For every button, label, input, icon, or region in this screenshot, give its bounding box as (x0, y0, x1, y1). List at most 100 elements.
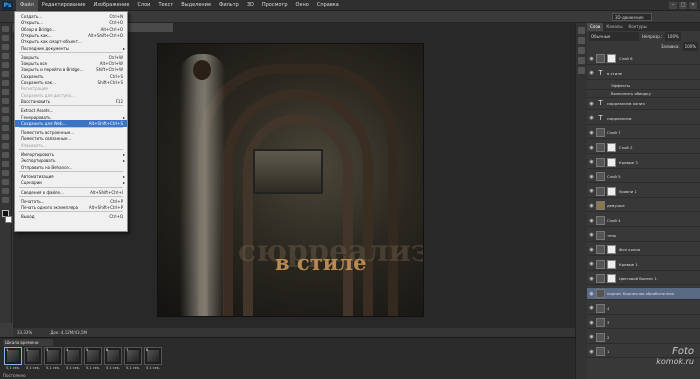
layer-row[interactable]: ◉ 3 (587, 317, 700, 330)
layer-mask-thumbnail[interactable] (607, 259, 616, 269)
timeline-frame[interactable]: 2 (24, 347, 42, 365)
brush-presets-icon[interactable] (578, 67, 585, 74)
history-brush-tool-icon[interactable] (2, 107, 9, 113)
eye-icon[interactable]: ◉ (587, 261, 596, 267)
eye-icon[interactable]: ◉ (587, 218, 596, 224)
timeline-frame[interactable]: 7 (124, 347, 142, 365)
lasso-tool-icon[interactable] (2, 44, 9, 50)
menu-2[interactable]: Изображение (89, 0, 133, 11)
type-tool-icon[interactable] (2, 161, 9, 167)
timeline-frame[interactable]: 8 (144, 347, 162, 365)
layer-row[interactable]: ◉ Tсюрреализм (587, 113, 700, 125)
eye-icon[interactable]: ◉ (587, 70, 596, 76)
path-select-tool-icon[interactable] (2, 170, 9, 176)
menu-8[interactable]: Просмотр (258, 0, 292, 11)
panel-tab[interactable]: Каналы (603, 23, 625, 31)
eye-icon[interactable]: ◉ (587, 349, 596, 355)
hand-tool-icon[interactable] (2, 188, 9, 194)
menu-6[interactable]: Фильтр (215, 0, 243, 11)
layer-row[interactable]: ◉ Кривые 3 (587, 157, 700, 169)
eye-icon[interactable]: ◉ (587, 130, 596, 136)
file-menu-item[interactable]: Отправить на Behance... (15, 164, 127, 171)
eye-icon[interactable]: ◉ (587, 203, 596, 209)
minimize-icon[interactable]: – (669, 1, 677, 9)
file-menu-item[interactable]: Сведения о файле... Alt+Shift+Ctrl+I (15, 189, 127, 196)
layer-row[interactable]: ◉ Кривые 1 (587, 259, 700, 271)
eye-icon[interactable]: ◉ (587, 159, 596, 165)
eye-icon[interactable]: ◉ (587, 56, 596, 62)
menu-3[interactable]: Слои (133, 0, 154, 11)
eye-icon[interactable]: ◉ (587, 145, 596, 151)
menu-1[interactable]: Редактирование (38, 0, 90, 11)
layer-row[interactable]: ◉ 2 (587, 332, 700, 344)
menu-5[interactable]: Выделение (177, 0, 215, 11)
close-icon[interactable]: ✕ (689, 1, 697, 9)
layer-mask-thumbnail[interactable] (607, 54, 616, 63)
layer-row[interactable]: ◉ Tв стиле (587, 68, 700, 80)
timeline-frame[interactable]: 4 (64, 347, 82, 365)
timeline-frame[interactable]: 3 (44, 347, 62, 365)
file-menu-item[interactable]: Сохранить для Web... Alt+Shift+Ctrl+S (15, 119, 127, 127)
marquee-tool-icon[interactable] (2, 35, 9, 41)
character-icon[interactable] (578, 47, 585, 54)
history-icon[interactable] (578, 27, 585, 34)
timeline-frame[interactable]: 5 (84, 347, 102, 365)
layer-row[interactable]: Эффекты (587, 82, 700, 91)
layer-row[interactable]: ◉ Цветовой баланс 1 (587, 273, 700, 286)
eye-icon[interactable]: ◉ (587, 334, 596, 340)
move-tool-icon[interactable] (2, 26, 9, 32)
layer-row[interactable]: ◉ Фон копия (587, 244, 700, 257)
panel-tab[interactable]: Слои (587, 23, 604, 31)
layer-row[interactable]: ◉ Слой 6 (587, 53, 700, 65)
menu-10[interactable]: Справка (313, 0, 343, 11)
eye-icon[interactable]: ◉ (587, 320, 596, 326)
frame-duration[interactable]: 0,1 сек. (24, 366, 42, 370)
opacity-value[interactable]: 100% (665, 32, 681, 41)
gradient-tool-icon[interactable] (2, 125, 9, 131)
menu-0[interactable]: Файл (16, 0, 38, 11)
eye-icon[interactable]: ◉ (587, 115, 596, 121)
paragraph-icon[interactable] (578, 57, 585, 64)
timeline-frame[interactable]: 1 (4, 347, 22, 365)
frame-duration[interactable]: 0,1 сек. (104, 366, 122, 370)
layer-row[interactable]: ◉ девушка (587, 200, 700, 213)
layer-row[interactable]: ◉ Слой 5 (587, 171, 700, 184)
file-menu-item[interactable]: Восстановить F12 (15, 98, 127, 105)
eye-icon[interactable]: ◉ (587, 174, 596, 180)
frame-duration[interactable]: 0,1 сек. (84, 366, 102, 370)
brush-tool-icon[interactable] (2, 89, 9, 95)
menu-9[interactable]: Окно (292, 0, 313, 11)
dodge-tool-icon[interactable] (2, 143, 9, 149)
frame-duration[interactable]: 0,1 сек. (64, 366, 82, 370)
layer-row[interactable]: Выполнить обводку (587, 90, 700, 99)
eye-icon[interactable]: ◉ (587, 232, 596, 238)
frame-duration[interactable]: 0,1 сек. (44, 366, 62, 370)
eyedropper-tool-icon[interactable] (2, 71, 9, 77)
layer-mask-thumbnail[interactable] (607, 157, 616, 167)
layer-row[interactable]: ◉ Уровни 1 (587, 186, 700, 198)
healing-brush-tool-icon[interactable] (2, 80, 9, 86)
layer-row[interactable]: ◉ Слой 4 (587, 215, 700, 227)
frame-duration[interactable]: 0,1 сек. (144, 366, 162, 370)
layer-mask-thumbnail[interactable] (607, 143, 616, 152)
fill-value[interactable]: 100% (682, 42, 698, 51)
layer-mask-thumbnail[interactable] (607, 186, 616, 196)
file-menu-item[interactable]: Последние документы ▸ (15, 45, 127, 52)
layer-row[interactable]: ◉ Слой 2 (587, 142, 700, 154)
eye-icon[interactable]: ◉ (587, 276, 596, 282)
timeline-frame[interactable]: 6 (104, 347, 122, 365)
layer-mask-thumbnail[interactable] (607, 245, 616, 255)
canvas[interactable]: сюрреализм в стиле (157, 43, 424, 317)
timeline-tab[interactable]: Шкала времени (3, 339, 53, 346)
blur-tool-icon[interactable] (2, 134, 9, 140)
eye-icon[interactable]: ◉ (587, 188, 596, 194)
quick-select-tool-icon[interactable] (2, 53, 9, 59)
frame-duration[interactable]: 0,1 сек. (4, 366, 22, 370)
file-menu-item[interactable]: Печать одного экземпляра Alt+Shift+Ctrl+P (15, 204, 127, 211)
file-menu-item[interactable]: Выход Ctrl+Q (15, 213, 127, 220)
layer-mask-thumbnail[interactable] (607, 274, 616, 284)
eye-icon[interactable]: ◉ (587, 247, 596, 253)
properties-icon[interactable] (578, 37, 585, 44)
menu-4[interactable]: Текст (154, 0, 177, 11)
zoom-tool-icon[interactable] (2, 197, 9, 203)
